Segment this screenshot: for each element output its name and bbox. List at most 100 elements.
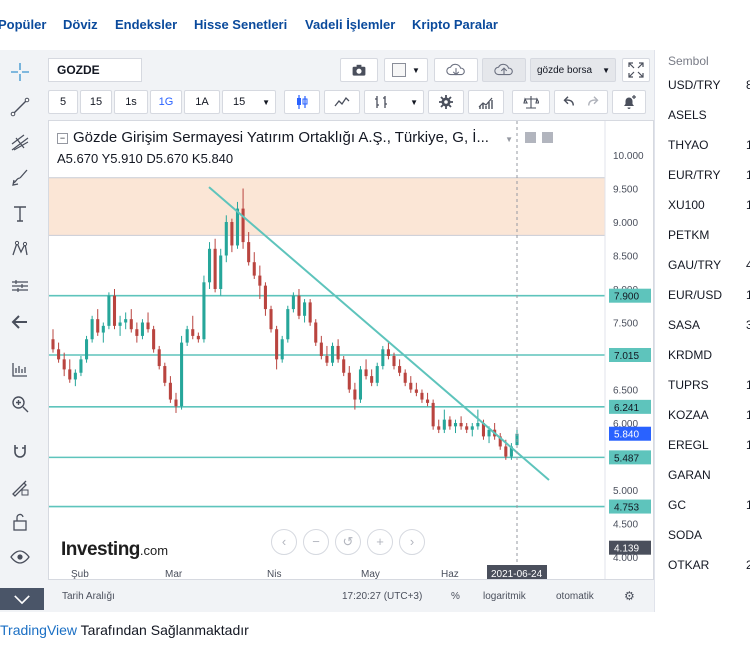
candle-body (353, 389, 357, 400)
interval-select[interactable]: 15 ▼ (222, 90, 276, 114)
nav-kripto-paralar[interactable]: Kripto Paralar (412, 17, 498, 32)
snapshot-button[interactable] (340, 58, 378, 82)
interval-1s[interactable]: 1s (114, 90, 148, 114)
watchlist-row[interactable]: OTKAR 2 (668, 558, 750, 588)
candle-body (375, 366, 379, 383)
watchlist-row[interactable]: USD/TRY 8 (668, 78, 750, 108)
candle-body (303, 302, 307, 316)
candle-body (319, 342, 323, 356)
watchlist-row[interactable]: SASA 3 (668, 318, 750, 348)
price-chart[interactable]: 10.0009.5009.0008.5008.0007.5007.0006.50… (49, 121, 654, 580)
candle-body (124, 319, 128, 323)
log-toggle[interactable]: logaritmik (483, 591, 526, 602)
watchlist-row[interactable]: EUR/USD 1 (668, 288, 750, 318)
legend-title-row: − Gözde Girişim Sermayesi Yatırım Ortaklı… (57, 129, 554, 146)
percent-toggle[interactable]: % (451, 591, 460, 602)
caret-down-icon[interactable]: ▼ (505, 135, 513, 144)
unlock-icon[interactable] (6, 508, 34, 536)
crosshair-icon[interactable] (6, 58, 34, 86)
watchlist-row[interactable]: SODA (668, 528, 750, 558)
trend-line-icon[interactable] (6, 93, 34, 121)
candle-body (358, 369, 363, 400)
fullscreen-button[interactable] (622, 58, 650, 82)
zoom-out-button[interactable]: − (303, 529, 329, 555)
interval-5[interactable]: 5 (48, 90, 78, 114)
back-arrow-icon[interactable] (6, 308, 34, 336)
watchlist-row[interactable]: KOZAA 1 (668, 408, 750, 438)
chart-pane[interactable]: 10.0009.5009.0008.5008.0007.5007.0006.50… (48, 120, 654, 580)
layout-select[interactable]: gözde borsa ▼ (530, 58, 616, 82)
chevron-down-icon (14, 594, 30, 604)
nav-vadeli-islemler[interactable]: Vadeli İşlemler (305, 17, 395, 32)
nav-hisse-senetleri[interactable]: Hisse Senetleri (194, 17, 287, 32)
watchlist-row[interactable]: PETKM (668, 228, 750, 258)
candle-body (168, 382, 172, 400)
candle-body (330, 345, 335, 363)
watchlist-row[interactable]: XU100 14 (668, 198, 750, 228)
date-range-button[interactable]: Tarih Aralığı (62, 591, 115, 602)
brush-icon[interactable] (6, 163, 34, 191)
candle-body (314, 322, 318, 343)
cloud-download-icon (446, 63, 465, 76)
cloud-save-button[interactable] (482, 58, 526, 82)
watchlist-row[interactable]: EUR/TRY 10 (668, 168, 750, 198)
compare-select[interactable]: ▼ (364, 90, 424, 114)
nav-doviz[interactable]: Döviz (63, 17, 98, 32)
scroll-left-button[interactable]: ‹ (271, 529, 297, 555)
interval-1g[interactable]: 1G (150, 90, 182, 114)
watchlist-row[interactable]: GARAN (668, 468, 750, 498)
undo-icon[interactable] (561, 94, 575, 110)
level-price-tag-label: 7.900 (614, 292, 639, 303)
nav-endeksler[interactable]: Endeksler (115, 17, 177, 32)
watchlist-row[interactable]: EREGL 1 (668, 438, 750, 468)
zoom-in-button[interactable]: + (367, 529, 393, 555)
interval-1a[interactable]: 1A (184, 90, 220, 114)
tradingview-link[interactable]: TradingView (0, 622, 77, 638)
color-picker-button[interactable]: ▼ (384, 58, 428, 82)
gear-icon[interactable] (542, 132, 554, 143)
ruler-icon[interactable] (6, 355, 34, 383)
y-tick-label: 5.000 (613, 486, 638, 497)
eye-icon[interactable] (6, 543, 34, 571)
eye-icon[interactable] (525, 132, 537, 143)
undo-redo-group (554, 90, 608, 114)
watchlist-symbol: EREGL (668, 438, 709, 452)
candle-body (342, 359, 346, 373)
collapse-legend-icon[interactable]: − (57, 133, 68, 144)
line-style-button[interactable] (324, 90, 360, 114)
magnet-icon[interactable] (6, 438, 34, 466)
measure-icon[interactable] (6, 272, 34, 300)
pattern-icon[interactable] (6, 235, 34, 263)
lock-drawing-icon[interactable] (6, 473, 34, 501)
candle-body (51, 339, 55, 350)
legend-title: Gözde Girişim Sermayesi Yatırım Ortaklığ… (73, 129, 489, 146)
settings-button[interactable] (428, 90, 464, 114)
zoom-icon[interactable] (6, 390, 34, 418)
cloud-load-button[interactable] (434, 58, 478, 82)
compare-scale-button[interactable] (512, 90, 550, 114)
candle-body (487, 429, 491, 437)
watchlist-row[interactable]: TUPRS 1 (668, 378, 750, 408)
watchlist-row[interactable]: GAU/TRY 49 (668, 258, 750, 288)
pitchfork-icon[interactable] (6, 128, 34, 156)
symbol-input[interactable]: GOZDE (48, 58, 142, 82)
auto-toggle[interactable]: otomatik (556, 591, 594, 602)
watchlist-row[interactable]: THYAO 1 (668, 138, 750, 168)
watchlist-row[interactable]: GC 17 (668, 498, 750, 528)
candles-style-button[interactable] (284, 90, 320, 114)
candle-body (386, 349, 390, 356)
scroll-right-button[interactable]: › (399, 529, 425, 555)
watchlist-row[interactable]: KRDMD (668, 348, 750, 378)
gear-icon[interactable]: ⚙ (624, 589, 635, 603)
nav-populer[interactable]: Popüler (0, 17, 46, 32)
alert-button[interactable] (612, 90, 646, 114)
redo-icon[interactable] (587, 94, 601, 110)
text-tool-icon[interactable] (6, 200, 34, 228)
reset-button[interactable]: ↺ (335, 529, 361, 555)
interval-15[interactable]: 15 (80, 90, 112, 114)
watchlist-symbol: KOZAA (668, 408, 709, 422)
watchlist-row[interactable]: ASELS (668, 108, 750, 138)
collapse-toolbar-button[interactable] (0, 588, 44, 610)
clock-time: 17:20:27 (UTC+3) (342, 591, 423, 602)
indicators-button[interactable] (468, 90, 504, 114)
